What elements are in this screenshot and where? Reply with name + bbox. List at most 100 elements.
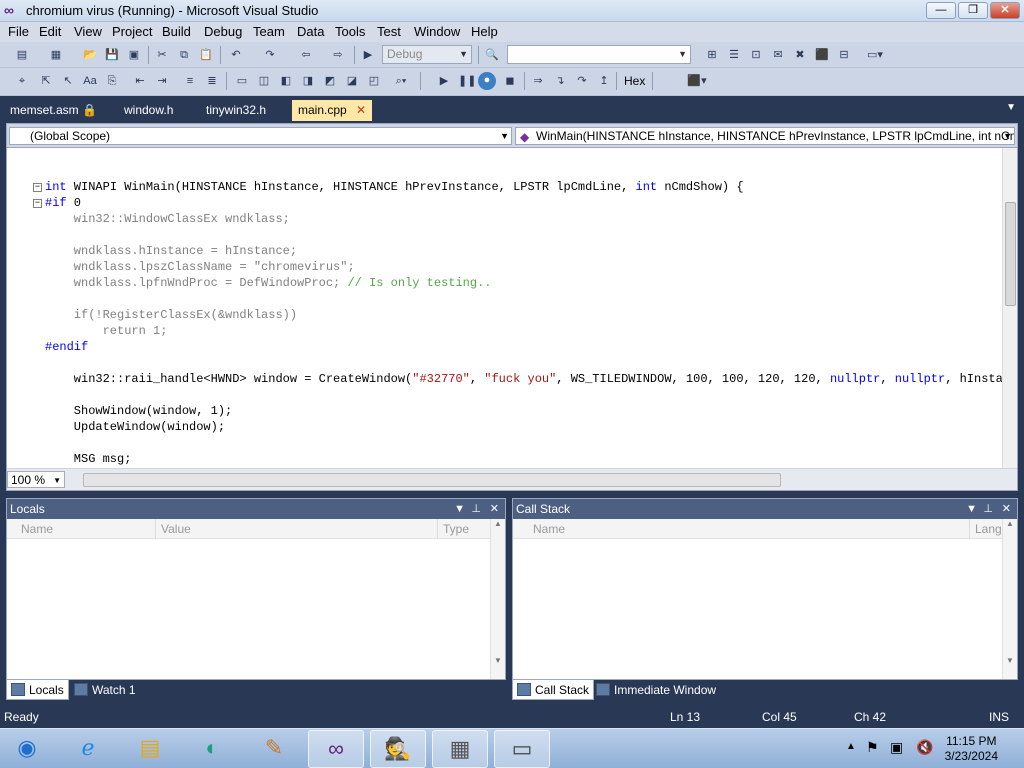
- bookmark-prev-folder-icon[interactable]: ◨: [300, 73, 316, 89]
- comment-out-icon[interactable]: ≡: [182, 73, 198, 89]
- breakpoints-dropdown-icon[interactable]: ⬛▾: [680, 73, 714, 89]
- file-explorer-icon[interactable]: ▤: [122, 730, 178, 768]
- calculator-icon[interactable]: ▦: [432, 730, 488, 768]
- start-debugging-icon[interactable]: ▶: [360, 47, 376, 63]
- stop-debugging-icon[interactable]: ●: [478, 72, 496, 90]
- locals-scrollbar[interactable]: ▲ ▼: [490, 519, 505, 679]
- open-file-icon[interactable]: 📂: [82, 47, 98, 63]
- menu-help[interactable]: Help: [471, 24, 498, 39]
- scope-select[interactable]: (Global Scope) ▼: [9, 127, 512, 145]
- vertical-scroll-thumb[interactable]: [1005, 202, 1016, 306]
- zoom-select[interactable]: 100 % ▼: [7, 471, 65, 488]
- show-next-statement-icon[interactable]: ⇒: [530, 73, 546, 89]
- pin-icon[interactable]: ⊥: [983, 499, 993, 519]
- clock[interactable]: 11:15 PM 3/23/2024: [945, 734, 998, 764]
- tab-window-h[interactable]: window.h: [118, 100, 179, 121]
- close-icon[interactable]: ✕: [490, 499, 499, 519]
- media-player-icon[interactable]: ◐: [184, 730, 240, 768]
- menu-test[interactable]: Test: [377, 24, 401, 39]
- decrease-indent-icon[interactable]: ⇤: [132, 73, 148, 89]
- bookmark-prev-icon[interactable]: ◫: [256, 73, 272, 89]
- network-icon[interactable]: ▣: [890, 739, 903, 756]
- tools-icon[interactable]: ✖: [792, 47, 808, 63]
- properties-icon[interactable]: ☰: [726, 47, 742, 63]
- collapse-icon[interactable]: −: [33, 183, 42, 192]
- tab-memset-asm[interactable]: memset.asm 🔒: [4, 100, 103, 121]
- restart-icon[interactable]: ◼: [502, 73, 518, 89]
- breakpoint-window-icon[interactable]: ▭: [234, 73, 250, 89]
- tab-locals[interactable]: Locals: [6, 680, 69, 700]
- menu-file[interactable]: File: [8, 24, 29, 39]
- start-page-icon[interactable]: ⊟: [836, 47, 852, 63]
- step-out-icon[interactable]: ↥: [596, 73, 612, 89]
- tab-immediate-window[interactable]: Immediate Window: [592, 680, 720, 700]
- action-center-flag-icon[interactable]: ⚑: [866, 739, 879, 756]
- vertical-scrollbar[interactable]: [1002, 148, 1017, 468]
- menu-tools[interactable]: Tools: [335, 24, 365, 39]
- break-all-icon[interactable]: ❚❚: [458, 73, 476, 89]
- save-all-icon[interactable]: ▣: [126, 47, 142, 63]
- copy-icon[interactable]: ⧉: [176, 47, 192, 63]
- tab-list-dropdown-icon[interactable]: ▼: [1006, 102, 1016, 113]
- find-combo[interactable]: ▼: [507, 45, 691, 64]
- bookmark-next-icon[interactable]: ◧: [278, 73, 294, 89]
- hex-toggle-button[interactable]: Hex: [624, 74, 645, 88]
- find-in-files-icon[interactable]: 🔍: [484, 47, 500, 63]
- menu-build[interactable]: Build: [162, 24, 191, 39]
- spy-plus-plus-icon[interactable]: 🕵: [370, 730, 426, 768]
- save-icon[interactable]: 💾: [104, 47, 120, 63]
- bookmark-window-icon[interactable]: ◰: [366, 73, 382, 89]
- toolbox-icon[interactable]: ✉: [770, 47, 786, 63]
- step-over-icon[interactable]: ↷: [574, 73, 590, 89]
- document-icon[interactable]: ▭: [494, 730, 550, 768]
- word-completion-icon[interactable]: Aa: [82, 73, 98, 89]
- tab-tinywin32-h[interactable]: tinywin32.h: [200, 100, 272, 121]
- visual-studio-taskbar-icon[interactable]: ∞: [308, 730, 364, 768]
- menu-data[interactable]: Data: [297, 24, 324, 39]
- redo-icon[interactable]: ↷: [262, 47, 278, 63]
- continue-icon[interactable]: ▶: [436, 73, 452, 89]
- tab-watch-1[interactable]: Watch 1: [70, 680, 140, 700]
- object-browser-icon[interactable]: ⊡: [748, 47, 764, 63]
- cut-icon[interactable]: ✂: [154, 47, 170, 63]
- internet-explorer-icon[interactable]: ℯ: [60, 730, 116, 768]
- horizontal-scrollbar[interactable]: [83, 473, 781, 487]
- quick-info-icon[interactable]: ↖: [60, 73, 76, 89]
- menu-project[interactable]: Project: [112, 24, 152, 39]
- close-tab-icon[interactable]: ✕: [356, 103, 366, 117]
- solution-explorer-icon[interactable]: ⊞: [704, 47, 720, 63]
- panel-menu-icon[interactable]: ▼: [454, 499, 465, 519]
- start-button[interactable]: ◉: [2, 730, 52, 768]
- close-icon[interactable]: ✕: [1002, 499, 1011, 519]
- call-stack-scrollbar[interactable]: ▲ ▼: [1002, 519, 1017, 679]
- toolbar-options-icon[interactable]: ▭▾: [860, 47, 890, 63]
- new-project-icon[interactable]: ▤: [14, 47, 30, 63]
- pin-icon[interactable]: ⊥: [471, 499, 481, 519]
- menu-team[interactable]: Team: [253, 24, 285, 39]
- bookmark-next-folder-icon[interactable]: ◩: [322, 73, 338, 89]
- paint-icon[interactable]: ✎: [246, 730, 302, 768]
- step-into-icon[interactable]: ↴: [552, 73, 568, 89]
- solution-configuration-select[interactable]: Debug ▼: [382, 45, 472, 64]
- increase-indent-icon[interactable]: ⇥: [154, 73, 170, 89]
- code-area[interactable]: − int WINAPI WinMain(HINSTANCE hInstance…: [7, 148, 1002, 468]
- code-editor[interactable]: (Global Scope) ▼ ◆ WinMain(HINSTANCE hIn…: [6, 123, 1018, 491]
- tab-main-cpp[interactable]: main.cpp ✕: [292, 100, 373, 121]
- menu-view[interactable]: View: [74, 24, 102, 39]
- menu-debug[interactable]: Debug: [204, 24, 242, 39]
- undo-icon[interactable]: ↶: [228, 47, 244, 63]
- tab-call-stack[interactable]: Call Stack: [512, 680, 595, 700]
- paste-icon[interactable]: 📋: [198, 47, 214, 63]
- navigate-forward-icon[interactable]: ⇨: [330, 47, 346, 63]
- parameter-info-icon[interactable]: ⇱: [38, 73, 54, 89]
- minimize-button[interactable]: —: [926, 2, 956, 19]
- find-symbol-icon[interactable]: ⌕▾: [388, 73, 414, 89]
- extension-manager-icon[interactable]: ⬛: [814, 47, 830, 63]
- navigate-backward-icon[interactable]: ⇦: [298, 47, 314, 63]
- show-hidden-icons-icon[interactable]: ▲: [846, 741, 856, 752]
- maximize-button[interactable]: ❐: [958, 2, 988, 19]
- add-item-icon[interactable]: ▦: [48, 47, 64, 63]
- members-icon[interactable]: ⌖: [14, 73, 30, 89]
- toggle-bookmark-icon[interactable]: ⎘: [104, 73, 120, 89]
- menu-edit[interactable]: Edit: [39, 24, 61, 39]
